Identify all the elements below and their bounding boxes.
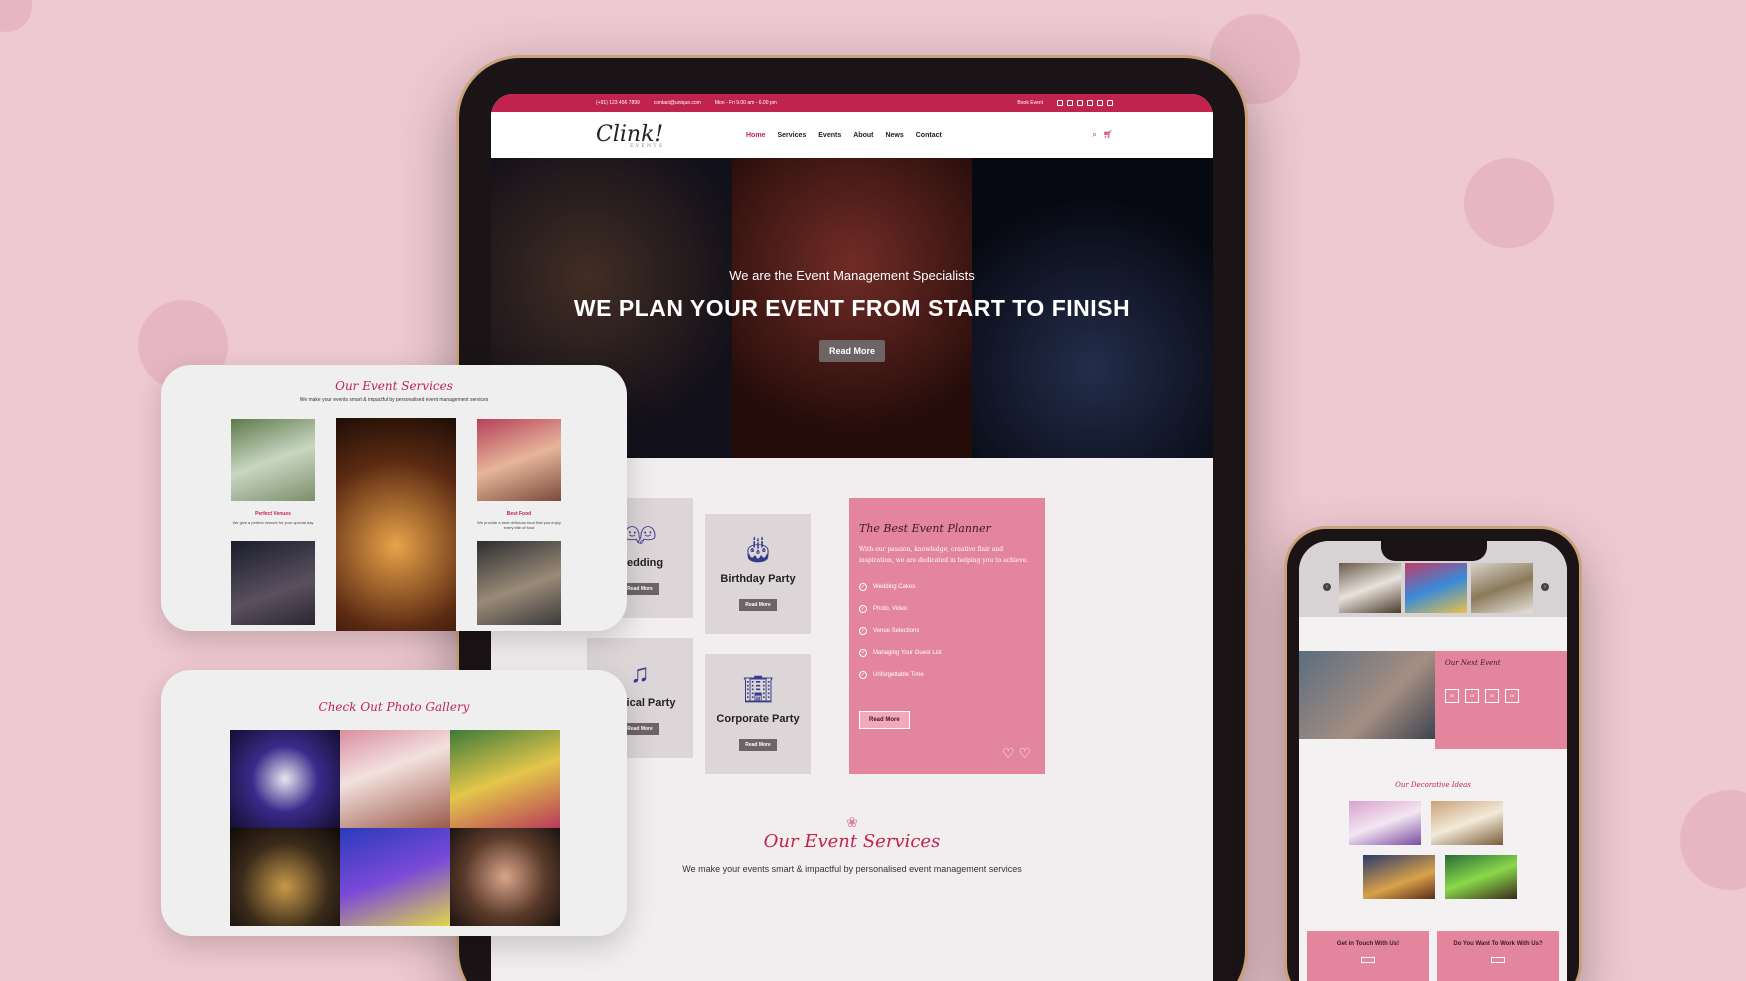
next-event-photo	[1299, 651, 1435, 739]
phone-screen: ‹ › Our Next Event 00 15 40 16 Our Decor…	[1299, 541, 1567, 981]
logo-subtext: EVENTS	[630, 142, 665, 149]
list-item: ✓ Unforgettable Time	[859, 670, 924, 679]
gallery-preview-card: Check Out Photo Gallery	[161, 670, 627, 936]
decor-bubble	[1464, 158, 1554, 248]
check-icon: ✓	[859, 604, 867, 613]
phone-device: ‹ › Our Next Event 00 15 40 16 Our Decor…	[1284, 526, 1582, 981]
slider-next-icon[interactable]: ›	[1541, 583, 1549, 591]
food-photo	[477, 419, 561, 501]
check-icon: ✓	[859, 670, 867, 679]
planner-title: The Best Event Planner	[859, 522, 991, 535]
gallery-photo	[230, 730, 340, 828]
contact-button[interactable]	[1361, 957, 1375, 963]
champagne-photo	[336, 418, 456, 631]
deco-photo	[1445, 855, 1517, 899]
cake-icon: 🎂︎	[741, 534, 775, 564]
check-icon: ✓	[859, 626, 867, 635]
nav-item-home[interactable]: Home	[746, 132, 765, 139]
social-links	[1057, 100, 1113, 106]
youtube-icon[interactable]	[1107, 100, 1113, 106]
services-preview-card: Our Event Services We make your events s…	[161, 365, 627, 631]
slide-photo	[1471, 563, 1533, 613]
contact-title: Get in Touch With Us!	[1336, 941, 1400, 947]
email-link[interactable]: contact@unique.com	[654, 100, 701, 106]
deco-photo	[1431, 801, 1503, 845]
buildings-icon: 🏢︎	[741, 674, 775, 704]
list-item: ✓ Managing Your Guest List	[859, 648, 942, 657]
site-logo[interactable]: Clink! EVENTS	[596, 122, 746, 149]
deco-title: Our Decorative Ideas	[1395, 781, 1471, 789]
instagram-icon[interactable]	[1067, 100, 1073, 106]
best-planner-panel: The Best Event Planner With our passion,…	[849, 498, 1045, 774]
service-card-title: Birthday Party	[720, 573, 796, 585]
check-icon: ✓	[859, 648, 867, 657]
gallery-title: Check Out Photo Gallery	[318, 700, 470, 714]
hero-title: WE PLAN YOUR EVENT FROM START TO FINISH	[573, 295, 1131, 321]
planner-read-more-button[interactable]: Read More	[859, 710, 910, 729]
service-card-corporate[interactable]: 🏢︎ Corporate Party Read More	[705, 654, 811, 774]
top-bar: (+91) 123 456 7899 contact@unique.com Mo…	[491, 94, 1213, 112]
countdown-timer: 00 15 40 16	[1445, 689, 1557, 703]
nav-item-services[interactable]: Services	[777, 132, 806, 139]
next-event-section: Our Next Event 00 15 40 16	[1299, 651, 1567, 749]
nav-item-about[interactable]: About	[853, 132, 873, 139]
book-event-link[interactable]: Book Event	[1017, 100, 1043, 106]
check-icon: ✓	[859, 582, 867, 591]
phone-number[interactable]: (+91) 123 456 7899	[596, 100, 640, 106]
hero-subtitle: We are the Event Management Specialists	[729, 268, 975, 283]
main-navbar: Clink! EVENTS Home Services Events About…	[491, 112, 1213, 158]
list-item: ✓ Photo, Video	[859, 604, 908, 613]
cart-icon[interactable]: 🛒︎	[1103, 130, 1113, 140]
planner-list: ✓ Wedding Cakes ✓ Photo, Video ✓ Venue Sele…	[859, 582, 1035, 679]
party-photo	[231, 541, 315, 625]
pinterest-icon[interactable]	[1087, 100, 1093, 106]
decor-bubble	[1680, 790, 1746, 890]
list-item: ✓ Venue Selections	[859, 626, 920, 635]
work-with-us-box: Do You Want To Work With Us?	[1437, 931, 1559, 981]
twitter-icon[interactable]	[1077, 100, 1083, 106]
contact-section: Get in Touch With Us! Do You Want To Wor…	[1299, 931, 1567, 981]
slide-photo	[1405, 563, 1467, 613]
gallery-photo	[340, 730, 450, 828]
join-button[interactable]	[1491, 957, 1505, 963]
next-event-box: Our Next Event 00 15 40 16	[1435, 651, 1567, 749]
gallery-photo	[230, 828, 340, 926]
food-caption: Best Food We provide a best delicious foo…	[477, 511, 561, 530]
service-card-birthday[interactable]: 🎂︎ Birthday Party Read More	[705, 514, 811, 634]
decor-bubble	[0, 0, 32, 32]
opening-hours: Mon - Fri 9.00 am - 6.00 pm	[714, 100, 777, 106]
hero-read-more-button[interactable]: Read More	[818, 340, 885, 362]
nav-menu: Home Services Events About News Contact	[746, 132, 942, 139]
hearts-icon: ♡ ♡	[1002, 745, 1031, 761]
venues-caption: Perfect Venues We give a perfect venues f…	[232, 511, 314, 525]
preview-title: Our Event Services	[335, 379, 453, 393]
read-more-button[interactable]: Read More	[739, 739, 777, 751]
slide-photo	[1339, 563, 1401, 613]
planner-text: With our passion, knowledge, creative fl…	[859, 546, 1029, 564]
facebook-icon[interactable]	[1057, 100, 1063, 106]
preview-subtitle: We make your events smart & impactful by…	[299, 397, 489, 403]
list-item: ✓ Wedding Cakes	[859, 582, 916, 591]
read-more-button[interactable]: Read More	[739, 599, 777, 611]
nav-icons: ⌕ 🛒︎	[1092, 130, 1113, 140]
work-title: Do You Want To Work With Us?	[1453, 941, 1543, 947]
search-icon[interactable]: ⌕	[1092, 130, 1096, 140]
service-card-title: Corporate Party	[716, 713, 800, 725]
venue-photo	[231, 419, 315, 501]
balloons-photo	[477, 541, 561, 625]
slider-prev-icon[interactable]: ‹	[1323, 583, 1331, 591]
gallery-photo	[450, 730, 560, 828]
nav-item-contact[interactable]: Contact	[916, 132, 942, 139]
contact-box: Get in Touch With Us!	[1307, 931, 1429, 981]
nav-item-news[interactable]: News	[885, 132, 903, 139]
nav-item-events[interactable]: Events	[818, 132, 841, 139]
phone-notch	[1381, 541, 1487, 561]
linkedin-icon[interactable]	[1097, 100, 1103, 106]
gallery-photo	[340, 828, 450, 926]
deco-photo	[1363, 855, 1435, 899]
gallery-photo	[450, 828, 560, 926]
next-event-title: Our Next Event	[1445, 659, 1501, 667]
deco-photo	[1349, 801, 1421, 845]
